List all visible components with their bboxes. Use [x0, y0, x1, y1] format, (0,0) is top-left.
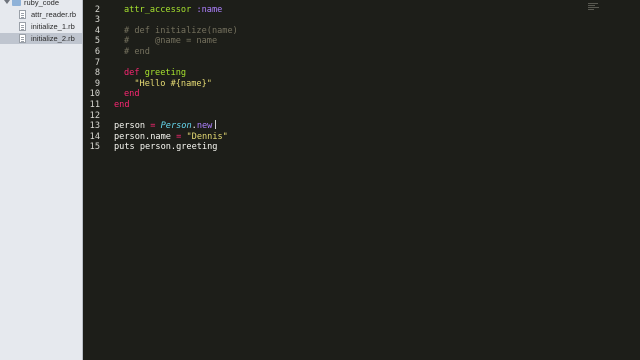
line-number: 13	[89, 121, 100, 132]
folder-row-ruby-code[interactable]: ruby_code	[0, 0, 82, 8]
code-token: # @name = name	[124, 36, 218, 47]
code-line[interactable]: 8 def greeting	[83, 68, 640, 79]
code-line[interactable]: 6 # end	[83, 47, 640, 58]
line-number: 4	[94, 25, 100, 36]
line-number: 6	[94, 46, 100, 57]
text-cursor	[215, 120, 216, 129]
code-line[interactable]: 7	[83, 58, 640, 69]
file-icon	[19, 10, 26, 19]
file-icon	[19, 34, 26, 43]
code-text: puts person.greeting	[114, 142, 217, 153]
code-token: Person	[160, 121, 192, 132]
project-sidebar: ruby_code attr_reader.rb initialize_1.rb…	[0, 0, 83, 360]
code-line[interactable]: 11 end	[83, 100, 640, 111]
code-token: "Dennis"	[186, 131, 228, 142]
code-line[interactable]: 5 # @name = name	[83, 36, 640, 47]
file-row-initialize-1[interactable]: initialize_1.rb	[0, 21, 82, 32]
code-text: person.name = "Dennis"	[114, 132, 228, 143]
code-line[interactable]: 15 puts person.greeting	[83, 142, 640, 153]
editor-window: ruby_code attr_reader.rb initialize_1.rb…	[0, 0, 640, 360]
code-line[interactable]: 2 attr_accessor :name	[83, 5, 640, 16]
code-token: person.name	[114, 131, 177, 142]
minimap[interactable]	[588, 3, 600, 12]
code-text: def greeting	[124, 68, 186, 79]
code-text: # end	[124, 47, 150, 58]
code-token: # def initialize(name)	[124, 25, 238, 36]
code-line[interactable]: 9 "Hello #{name}"	[83, 79, 640, 90]
code-text: "Hello #{name}"	[124, 79, 212, 90]
code-text: person = Person.new	[114, 121, 212, 132]
code-token: # end	[124, 46, 150, 57]
line-number: 2	[94, 4, 100, 15]
code-line[interactable]: 3	[83, 15, 640, 26]
code-token: person	[114, 121, 151, 132]
code-line[interactable]: 4 # def initialize(name)	[83, 26, 640, 37]
line-number: 3	[94, 15, 100, 26]
code-token: :name	[196, 4, 223, 15]
file-label: initialize_2.rb	[31, 34, 75, 43]
code-line[interactable]: 10 end	[83, 89, 640, 100]
line-number: 12	[89, 110, 100, 121]
code-text: end	[124, 89, 140, 100]
code-editor[interactable]: 2 attr_accessor :name 3 4 # def initialize(n…	[83, 0, 640, 360]
code-token: attr_accessor	[124, 4, 192, 15]
code-text: # @name = name	[124, 36, 217, 47]
line-number: 14	[89, 131, 100, 142]
code-text: attr_accessor :name	[124, 5, 222, 16]
line-number: 7	[94, 57, 100, 68]
code-text: end	[114, 100, 130, 111]
file-row-attr-reader[interactable]: attr_reader.rb	[0, 9, 82, 20]
line-number: 9	[94, 78, 100, 89]
line-number: 5	[94, 36, 100, 47]
code-token: end	[124, 89, 140, 100]
code-token: def	[124, 68, 145, 79]
folder-label: ruby_code	[24, 0, 60, 7]
file-label: attr_reader.rb	[31, 10, 77, 19]
code-line[interactable]: 12	[83, 111, 640, 122]
line-number: 15	[89, 142, 100, 153]
code-token: new	[196, 121, 213, 132]
file-icon	[19, 22, 26, 31]
code-text: # def initialize(name)	[124, 26, 238, 37]
disclosure-triangle-icon[interactable]	[4, 0, 10, 4]
folder-icon	[12, 0, 21, 6]
code-token: "Hello #{name}"	[124, 78, 212, 89]
line-number: 11	[89, 99, 100, 110]
file-row-initialize-2[interactable]: initialize_2.rb	[0, 33, 82, 44]
code-token: end	[114, 99, 130, 110]
line-number: 10	[89, 89, 100, 100]
code-token: greeting	[144, 68, 187, 79]
code-line[interactable]: 13 person = Person.new	[83, 121, 640, 132]
code-line[interactable]: 14 person.name = "Dennis"	[83, 132, 640, 143]
code-token: puts person.greeting	[114, 142, 218, 153]
file-label: initialize_1.rb	[31, 22, 75, 31]
line-number: 8	[94, 68, 100, 79]
